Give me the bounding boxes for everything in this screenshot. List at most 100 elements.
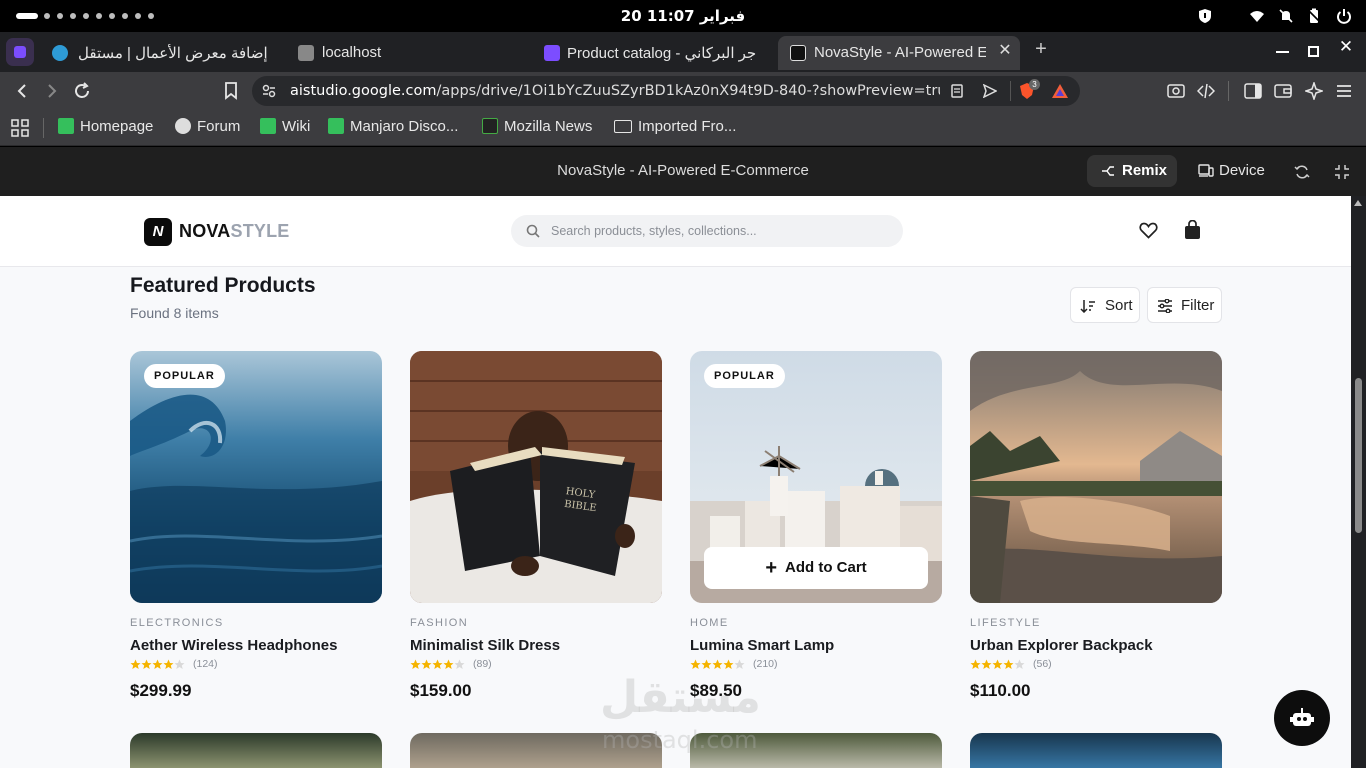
product-image-reading-child[interactable]: HOLY BIBLE: [410, 351, 662, 603]
workspace-dot[interactable]: [70, 13, 76, 19]
logo-text-light: STYLE: [230, 221, 290, 241]
refresh-preview-icon[interactable]: [1294, 164, 1310, 180]
tab-label: localhost: [322, 44, 382, 61]
shield-icon[interactable]: [1197, 8, 1213, 24]
tab-novastyle[interactable]: NovaStyle - AI-Powered E ✕: [778, 36, 1020, 70]
product-image-concert[interactable]: [970, 733, 1222, 768]
workspace-dot[interactable]: [148, 13, 154, 19]
forward-arrow-icon[interactable]: [44, 83, 60, 99]
review-count: (210): [753, 658, 778, 670]
bookmark-label: Mozilla News: [504, 118, 593, 135]
wallet-icon[interactable]: [1274, 82, 1292, 100]
battery-icon[interactable]: [1306, 8, 1322, 24]
folder-icon: [614, 120, 632, 133]
filter-button[interactable]: Filter: [1147, 287, 1222, 323]
tab-label: Product catalog - جر البركاني: [567, 45, 757, 62]
window-minimize-icon[interactable]: [1276, 51, 1289, 53]
product-image-ocean-wave[interactable]: POPULAR: [130, 351, 382, 603]
rating-stars: [410, 659, 465, 669]
sort-button[interactable]: Sort: [1070, 287, 1140, 323]
apps-grid-icon[interactable]: [11, 119, 29, 137]
tab-localhost[interactable]: localhost: [290, 36, 530, 70]
code-view-icon[interactable]: [1197, 82, 1215, 100]
wifi-icon[interactable]: [1249, 8, 1265, 24]
product-image-santorini[interactable]: POPULAR + Add to Cart: [690, 351, 942, 603]
system-clock[interactable]: 20 فبراير 11:07: [600, 7, 766, 25]
workspace-dot[interactable]: [96, 13, 102, 19]
tab-close-icon[interactable]: ✕: [996, 42, 1014, 60]
screenshot-search-icon[interactable]: [1167, 82, 1185, 100]
logo-wordmark[interactable]: NOVASTYLE: [179, 221, 290, 242]
filter-label: Filter: [1181, 297, 1215, 314]
device-button[interactable]: Device: [1188, 155, 1278, 187]
product-image-mountain-lake[interactable]: [970, 351, 1222, 603]
logo-mark[interactable]: N: [144, 218, 172, 246]
workspace-dot[interactable]: [57, 13, 63, 19]
product-category: LIFESTYLE: [970, 617, 1041, 629]
bookmark-forum[interactable]: Forum: [175, 118, 240, 135]
sidebar-toggle-icon[interactable]: [1244, 82, 1262, 100]
address-bar[interactable]: aistudio.google.com/apps/drive/1Oi1bYcZu…: [252, 76, 1080, 106]
bookmark-homepage[interactable]: Homepage: [58, 118, 153, 135]
plus-icon: +: [765, 557, 777, 579]
robot-icon: [1290, 708, 1314, 726]
workspace-indicator-active[interactable]: [16, 13, 38, 19]
back-arrow-icon[interactable]: [14, 83, 30, 99]
product-name[interactable]: Urban Explorer Backpack: [970, 637, 1153, 654]
brave-rewards-icon[interactable]: [1051, 82, 1069, 100]
bookmark-manjaro-discover[interactable]: Manjaro Disco...: [328, 118, 458, 135]
search-box[interactable]: [511, 215, 903, 247]
product-category: HOME: [690, 617, 729, 629]
mostaql-icon: [14, 46, 26, 58]
scrollbar-thumb[interactable]: [1355, 378, 1362, 533]
product-image-forest[interactable]: [130, 733, 382, 768]
product-name[interactable]: Aether Wireless Headphones: [130, 637, 337, 654]
workspace-dot[interactable]: [109, 13, 115, 19]
divider: [43, 118, 44, 138]
product-photo: [130, 351, 382, 603]
power-icon[interactable]: [1336, 8, 1352, 24]
tab-product-catalog[interactable]: Product catalog - جر البركاني: [536, 36, 776, 70]
share-send-icon[interactable]: [983, 84, 997, 98]
menu-hamburger-icon[interactable]: [1336, 83, 1352, 99]
bookmark-wiki[interactable]: Wiki: [260, 118, 310, 135]
product-name[interactable]: Minimalist Silk Dress: [410, 637, 560, 654]
manjaro-icon: [328, 118, 344, 134]
fullscreen-icon[interactable]: [1334, 164, 1350, 180]
product-price: $299.99: [130, 681, 192, 700]
scroll-up-arrow-icon[interactable]: [1354, 200, 1362, 206]
tab-list-button[interactable]: [6, 38, 34, 66]
workspace-dot[interactable]: [44, 13, 50, 19]
site-settings-icon[interactable]: [262, 84, 276, 98]
workspace-dot[interactable]: [122, 13, 128, 19]
url-text[interactable]: aistudio.google.com/apps/drive/1Oi1bYcZu…: [290, 83, 940, 99]
leo-ai-sparkle-icon[interactable]: [1305, 82, 1323, 100]
add-to-cart-button[interactable]: + Add to Cart: [704, 547, 928, 589]
tab-label: NovaStyle - AI-Powered E: [814, 44, 986, 61]
tab-mostaql-portfolio[interactable]: إضافة معرض الأعمال | مستقل: [40, 36, 290, 70]
window-close-icon[interactable]: ✕: [1337, 38, 1355, 56]
bookmark-mozilla-news[interactable]: Mozilla News: [482, 118, 592, 135]
bookmark-label: Wiki: [282, 118, 311, 135]
shopping-bag-icon[interactable]: [1184, 220, 1201, 240]
bookmark-icon[interactable]: [223, 82, 239, 100]
search-input[interactable]: [551, 215, 891, 247]
new-tab-plus-icon[interactable]: +: [1030, 38, 1052, 60]
bookmark-folder-imported[interactable]: Imported Fro...: [614, 118, 736, 135]
workspace-dot[interactable]: [135, 13, 141, 19]
product-name[interactable]: Lumina Smart Lamp: [690, 637, 834, 654]
mostaql-icon: [544, 45, 560, 61]
bell-off-icon[interactable]: [1278, 8, 1294, 24]
reload-icon[interactable]: [73, 82, 91, 100]
reader-mode-icon[interactable]: [950, 84, 964, 98]
aistudio-preview-bar: NovaStyle - AI-Powered E-Commerce Remix …: [0, 147, 1366, 196]
window-maximize-icon[interactable]: [1308, 46, 1319, 57]
remix-button[interactable]: Remix: [1087, 155, 1177, 187]
wishlist-heart-icon[interactable]: [1139, 222, 1158, 239]
workspace-dot[interactable]: [83, 13, 89, 19]
product-price: $110.00: [970, 681, 1031, 700]
product-photo: HOLY BIBLE: [410, 351, 662, 603]
page-scrollbar[interactable]: [1351, 196, 1366, 768]
ai-assistant-button[interactable]: [1274, 690, 1330, 746]
browser-tab-strip: إضافة معرض الأعمال | مستقل localhost Pro…: [0, 32, 1366, 72]
